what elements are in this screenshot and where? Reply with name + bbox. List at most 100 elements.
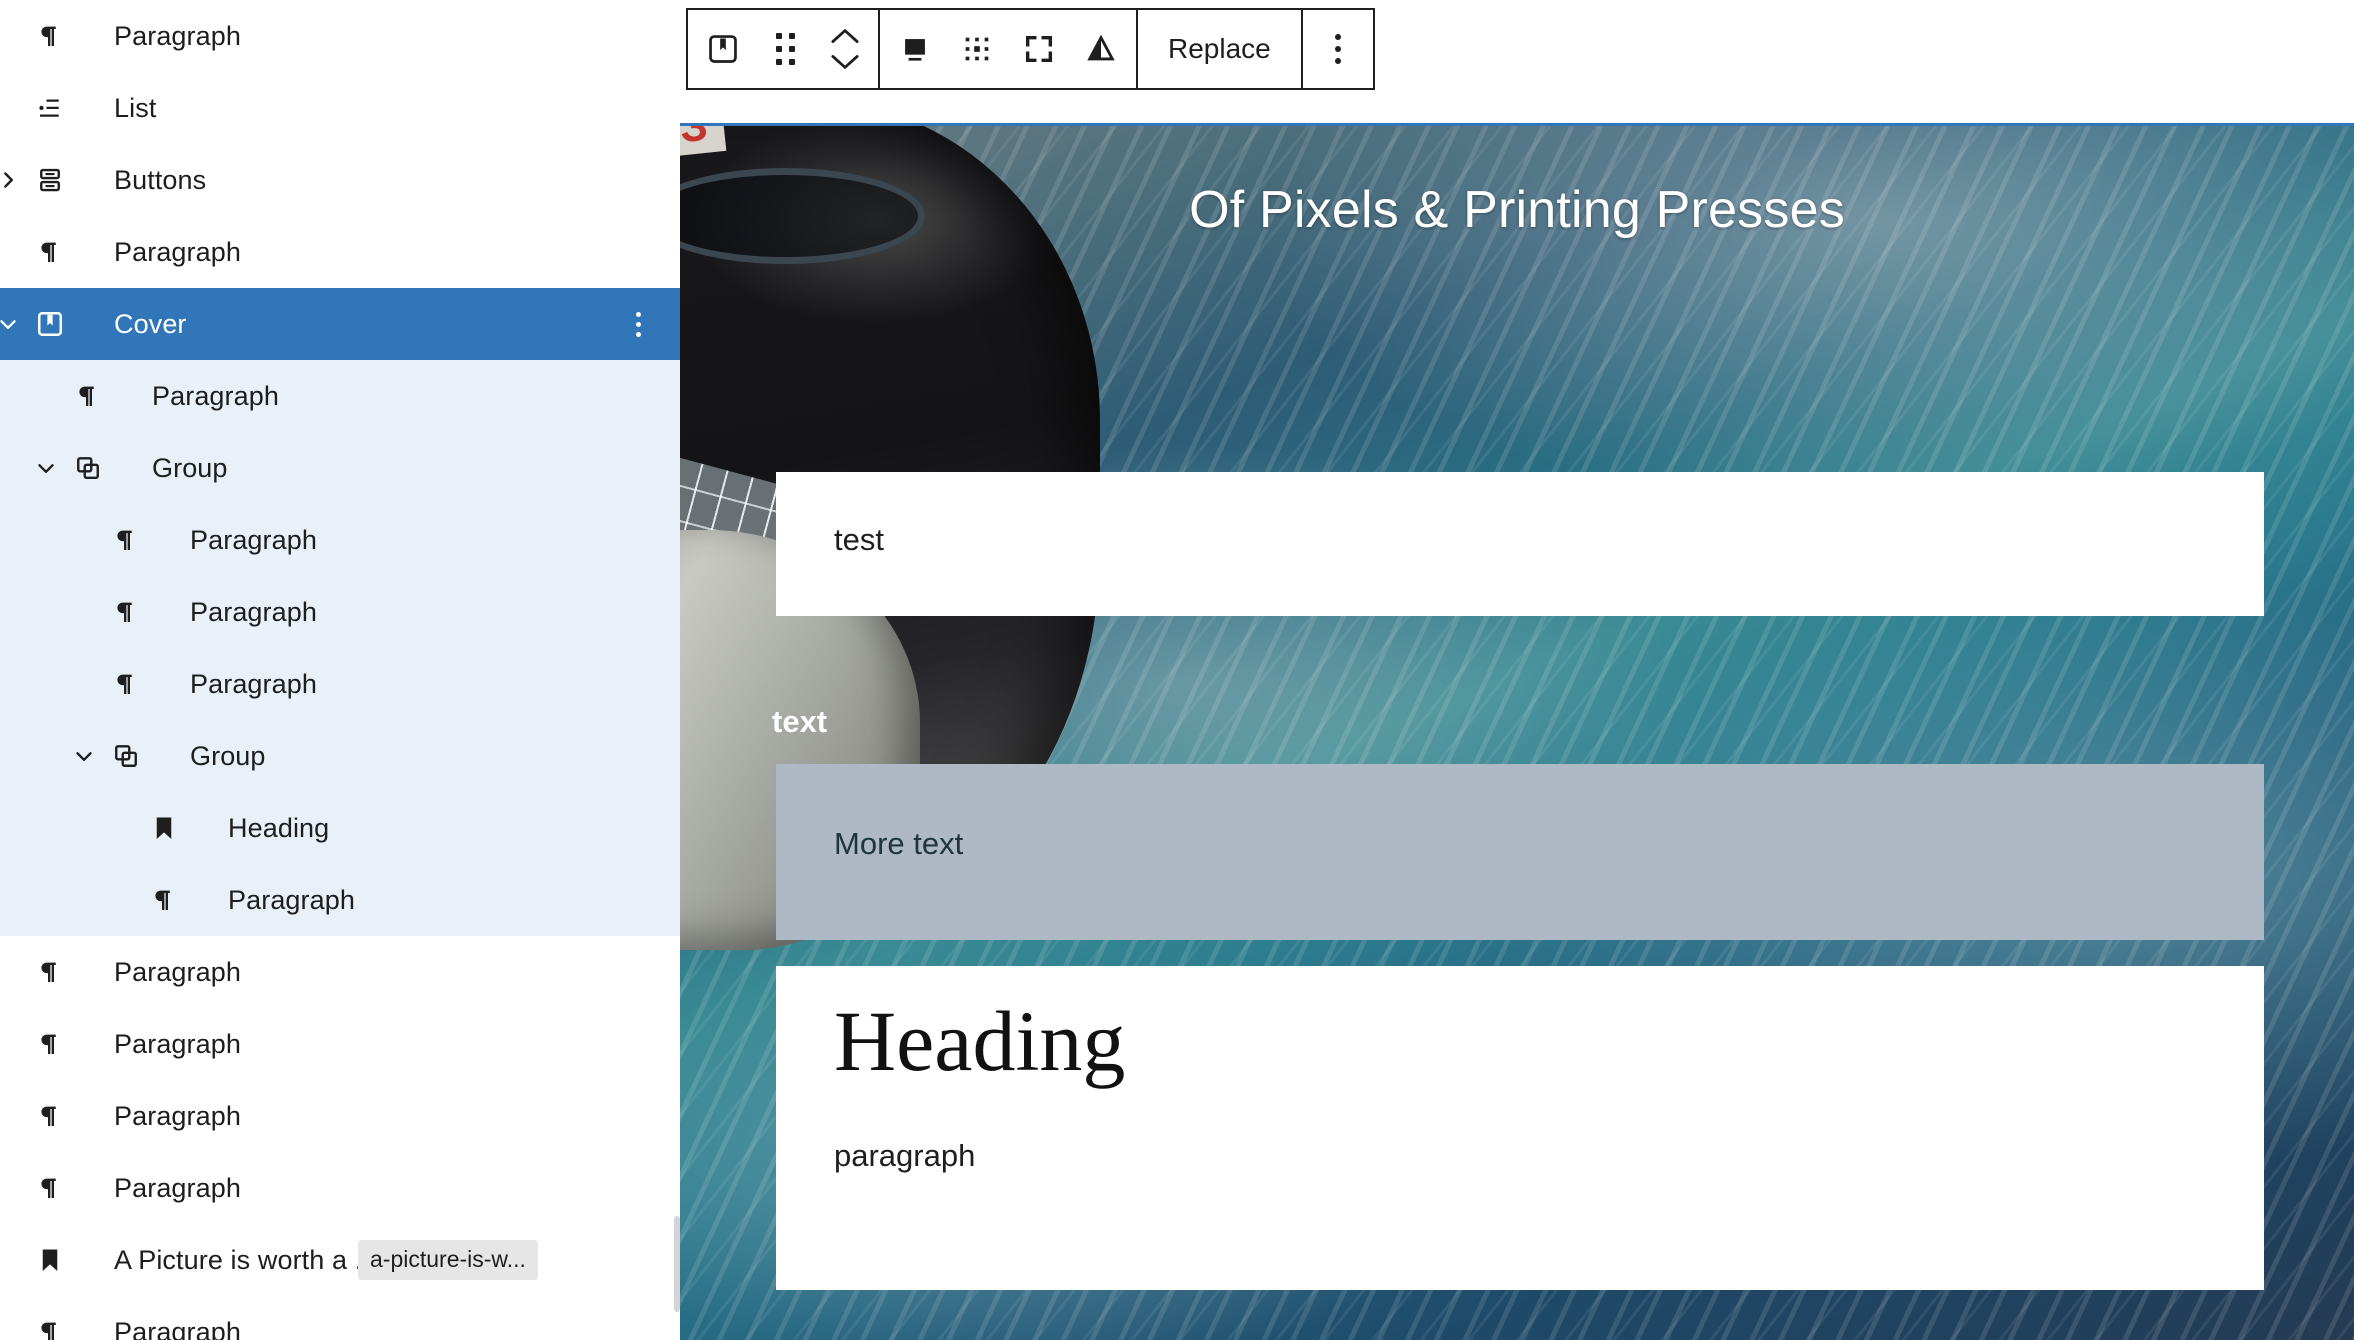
block-editor-root: Paragraph List Buttons Paragraph Cover Paragr… <box>0 0 2354 1340</box>
list-view-row-slug-badge: a-picture-is-w... <box>358 1240 538 1280</box>
chevron-down-icon[interactable] <box>24 446 68 490</box>
more-vertical-icon <box>635 311 641 337</box>
list-view-row-list[interactable]: List <box>0 72 680 144</box>
cover-icon <box>30 304 70 344</box>
list-view-row-paragraph[interactable]: Paragraph <box>0 1152 680 1224</box>
move-updown-buttons[interactable] <box>816 10 874 88</box>
toggle-full-height-button[interactable] <box>1008 10 1070 88</box>
align-button[interactable] <box>884 10 946 88</box>
paragraph-block-test[interactable]: test <box>776 472 2264 616</box>
list-view-row-heading[interactable]: Heading <box>0 792 680 864</box>
group-icon <box>68 448 108 488</box>
group-icon <box>106 736 146 776</box>
paragraph-icon <box>106 520 146 560</box>
list-view-row-label: Group <box>152 452 228 483</box>
list-view-row-label: Paragraph <box>190 596 317 627</box>
editor-canvas: emo post content below. СОЮЗ Of Pixels &… <box>680 0 2354 1340</box>
list-view-row-label: Heading <box>228 812 330 843</box>
chevron-up-icon[interactable] <box>830 27 860 44</box>
list-view-row-options-button[interactable] <box>618 302 658 346</box>
list-view-row-label: Paragraph <box>114 1316 241 1340</box>
heading-bookmark-icon <box>144 808 184 848</box>
list-view-rows: Paragraph List Buttons Paragraph Cover Paragr… <box>0 0 680 1340</box>
list-icon <box>30 88 70 128</box>
list-view-row-paragraph[interactable]: Paragraph <box>0 1296 680 1340</box>
list-view-row-cover[interactable]: Cover <box>0 288 680 360</box>
list-view-row-paragraph[interactable]: Paragraph <box>0 648 680 720</box>
list-view-row-paragraph[interactable]: Paragraph <box>0 360 680 432</box>
list-view-row-paragraph[interactable]: Paragraph <box>0 936 680 1008</box>
list-view-row-label: Paragraph <box>114 236 241 267</box>
toolbar-group-block <box>688 10 880 88</box>
heading-bookmark-icon <box>30 1240 70 1280</box>
paragraph-block-more-text[interactable]: More text <box>776 764 2264 940</box>
list-view-row-paragraph[interactable]: Paragraph <box>0 0 680 72</box>
drag-handle[interactable] <box>754 10 816 88</box>
cover-icon <box>706 32 740 66</box>
group-block-heading-paragraph[interactable]: Heading paragraph <box>776 966 2264 1290</box>
content-position-icon <box>960 32 994 66</box>
paragraph-block-text-lower[interactable]: paragraph <box>834 1138 975 1174</box>
paragraph-icon <box>30 232 70 272</box>
list-view-row-label: Paragraph <box>114 20 241 51</box>
paragraph-more-text-text: More text <box>834 826 964 861</box>
change-content-position-button[interactable] <box>946 10 1008 88</box>
paragraph-icon <box>30 1024 70 1064</box>
list-view-row-label: Cover <box>114 308 187 339</box>
list-view-row-label: Paragraph <box>114 956 241 987</box>
paragraph-icon <box>144 880 184 920</box>
list-view-row-group[interactable]: Group <box>0 720 680 792</box>
list-view-row-paragraph[interactable]: Paragraph <box>0 1008 680 1080</box>
block-toolbar: Replace <box>686 8 1375 90</box>
buttons-icon <box>30 160 70 200</box>
list-view-row-label: Group <box>190 740 266 771</box>
paragraph-icon <box>30 16 70 56</box>
chevron-down-icon[interactable] <box>62 734 106 778</box>
paragraph-icon <box>106 664 146 704</box>
more-options-button[interactable] <box>1307 10 1369 88</box>
list-view-row-label: Paragraph <box>190 668 317 699</box>
paragraph-test-text: test <box>834 522 884 557</box>
list-view-row-label: Paragraph <box>152 380 279 411</box>
paragraph-icon <box>30 952 70 992</box>
list-view-row-a-picture-is-worth-a[interactable]: A Picture is worth a ... a-picture-is-w..… <box>0 1224 680 1296</box>
drag-dots-icon <box>775 33 795 65</box>
list-view-row-label: Paragraph <box>190 524 317 555</box>
cover-block[interactable]: СОЮЗ Of Pixels & Printing Presses test t… <box>680 123 2354 1340</box>
cover-title[interactable]: Of Pixels & Printing Presses <box>680 180 2354 240</box>
paragraph-block-text[interactable]: text <box>772 704 827 740</box>
list-view-row-paragraph[interactable]: Paragraph <box>0 216 680 288</box>
list-view-row-paragraph[interactable]: Paragraph <box>0 576 680 648</box>
list-view-row-group[interactable]: Group <box>0 432 680 504</box>
list-view-row-paragraph[interactable]: Paragraph <box>0 864 680 936</box>
more-vertical-icon <box>1334 34 1341 64</box>
replace-button[interactable]: Replace <box>1142 10 1297 88</box>
block-type-cover-button[interactable] <box>692 10 754 88</box>
paragraph-icon <box>68 376 108 416</box>
align-icon <box>898 32 932 66</box>
list-view-row-label: Buttons <box>114 164 207 195</box>
soyuz-decal-text: СОЮЗ <box>680 126 727 169</box>
duotone-icon <box>1084 32 1118 66</box>
list-view-row-label: Paragraph <box>228 884 355 915</box>
list-view-row-label: List <box>114 92 157 123</box>
list-view-row-label: A Picture is worth a ... <box>114 1244 378 1275</box>
paragraph-icon <box>30 1168 70 1208</box>
chevron-right-icon[interactable] <box>0 158 30 202</box>
list-view-row-paragraph[interactable]: Paragraph <box>0 504 680 576</box>
chevron-down-icon[interactable] <box>0 302 30 346</box>
paragraph-icon <box>30 1312 70 1340</box>
apply-duotone-filter-button[interactable] <box>1070 10 1132 88</box>
toolbar-group-cover-controls <box>880 10 1138 88</box>
list-view-row-paragraph[interactable]: Paragraph <box>0 1080 680 1152</box>
list-view-panel: Paragraph List Buttons Paragraph Cover Paragr… <box>0 0 680 1340</box>
list-view-row-label: Paragraph <box>114 1172 241 1203</box>
toolbar-group-replace: Replace <box>1138 10 1303 88</box>
heading-block-text[interactable]: Heading <box>834 996 1125 1087</box>
list-view-row-label: Paragraph <box>114 1028 241 1059</box>
list-view-row-label: Paragraph <box>114 1100 241 1131</box>
chevron-down-icon[interactable] <box>830 54 860 71</box>
paragraph-icon <box>106 592 146 632</box>
toolbar-group-options <box>1303 10 1373 88</box>
list-view-row-buttons[interactable]: Buttons <box>0 144 680 216</box>
